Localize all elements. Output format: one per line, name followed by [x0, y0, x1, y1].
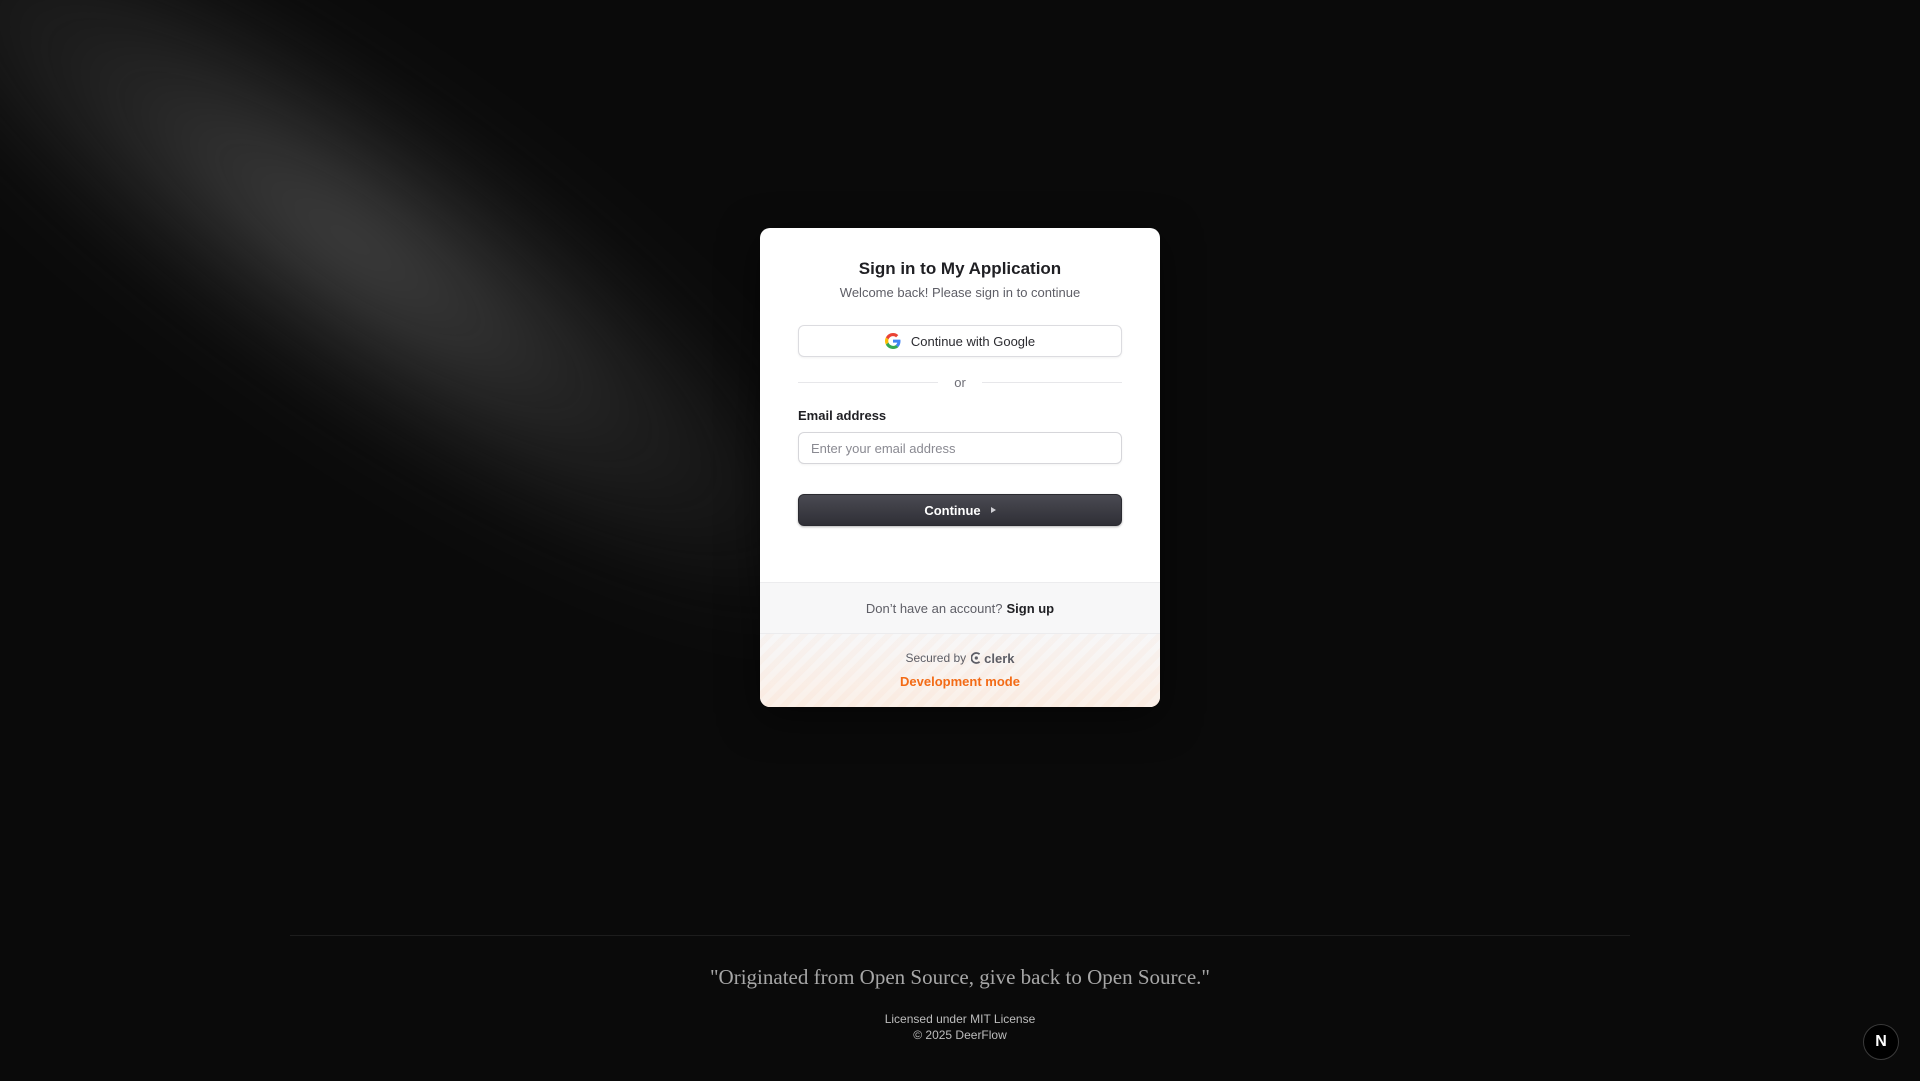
sign-in-title: Sign in to My Application [858, 259, 1062, 278]
email-label: Email address [798, 408, 887, 423]
secured-by: Secured by clerk [905, 650, 1014, 666]
google-button-label: Continue with Google [910, 333, 1036, 349]
sign-in-card: Sign in to My Application Welcome back! … [760, 228, 1160, 707]
footer-quote: "Originated from Open Source, give back … [709, 965, 1210, 989]
divider-line-right [981, 381, 1122, 383]
sign-in-form: Sign in to My Application Welcome back! … [760, 228, 1160, 582]
sign-in-subtitle: Welcome back! Please sign in to continue [839, 285, 1081, 300]
continue-button[interactable]: Continue [798, 494, 1122, 526]
page-footer: "Originated from Open Source, give back … [290, 935, 1630, 1081]
caret-right-icon [990, 507, 996, 513]
license-text: Licensed under MIT License [884, 1012, 1036, 1026]
or-divider: or [798, 373, 1122, 391]
clerk-logo[interactable]: clerk [971, 650, 1015, 666]
email-field[interactable] [798, 432, 1122, 464]
continue-button-label: Continue [924, 502, 981, 518]
card-footer: Secured by clerk Development mode [760, 633, 1160, 707]
divider-line-left [798, 381, 939, 383]
development-mode-label: Development mode [900, 674, 1020, 689]
continue-with-google-button[interactable]: Continue with Google [798, 325, 1122, 357]
secured-by-text: Secured by [905, 651, 967, 665]
clerk-icon [971, 652, 981, 664]
clerk-brand-text: clerk [984, 650, 1015, 666]
nextjs-badge-letter: N [1875, 1033, 1887, 1050]
nextjs-icon[interactable]: N [1863, 1024, 1899, 1060]
google-icon [884, 333, 901, 349]
signup-row: Don’t have an account? Sign up [760, 582, 1160, 633]
signup-prompt: Don’t have an account? [865, 600, 1003, 616]
divider-text: or [954, 374, 966, 390]
sign-up-link[interactable]: Sign up [1006, 601, 1054, 616]
copyright-text: © 2025 DeerFlow [913, 1028, 1007, 1042]
